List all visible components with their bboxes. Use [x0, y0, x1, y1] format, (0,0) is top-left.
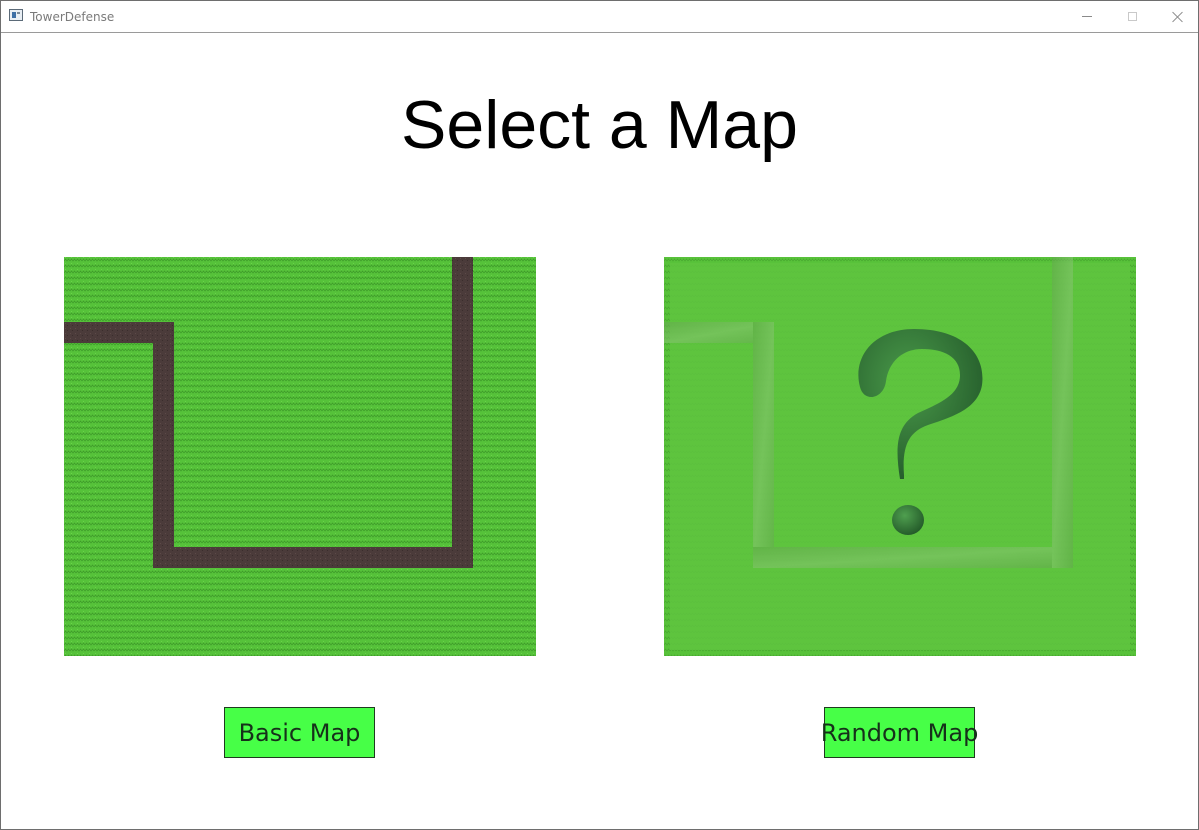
maximize-icon — [1127, 12, 1137, 21]
basic-map-image — [64, 257, 536, 656]
basic-map-button[interactable]: Basic Map — [224, 707, 375, 758]
minimize-button[interactable] — [1064, 1, 1110, 32]
random-map-preview[interactable] — [664, 257, 1136, 656]
title-bar: TowerDefense — [1, 1, 1198, 33]
minimize-icon — [1082, 16, 1092, 17]
path-segment — [153, 547, 473, 568]
path-segment — [452, 257, 473, 568]
basic-map-preview[interactable] — [64, 257, 536, 656]
random-map-button[interactable]: Random Map — [821, 707, 978, 758]
window-app-icon — [9, 9, 23, 21]
window-title: TowerDefense — [30, 10, 115, 24]
path-segment — [153, 322, 174, 567]
app-window: TowerDefense Select a Map Basic Map Rand… — [0, 0, 1199, 830]
maximize-button[interactable] — [1109, 1, 1155, 32]
random-map-image — [664, 257, 1136, 656]
page-title: Select a Map — [401, 87, 798, 163]
close-icon — [1172, 11, 1183, 22]
close-button[interactable] — [1154, 1, 1198, 32]
